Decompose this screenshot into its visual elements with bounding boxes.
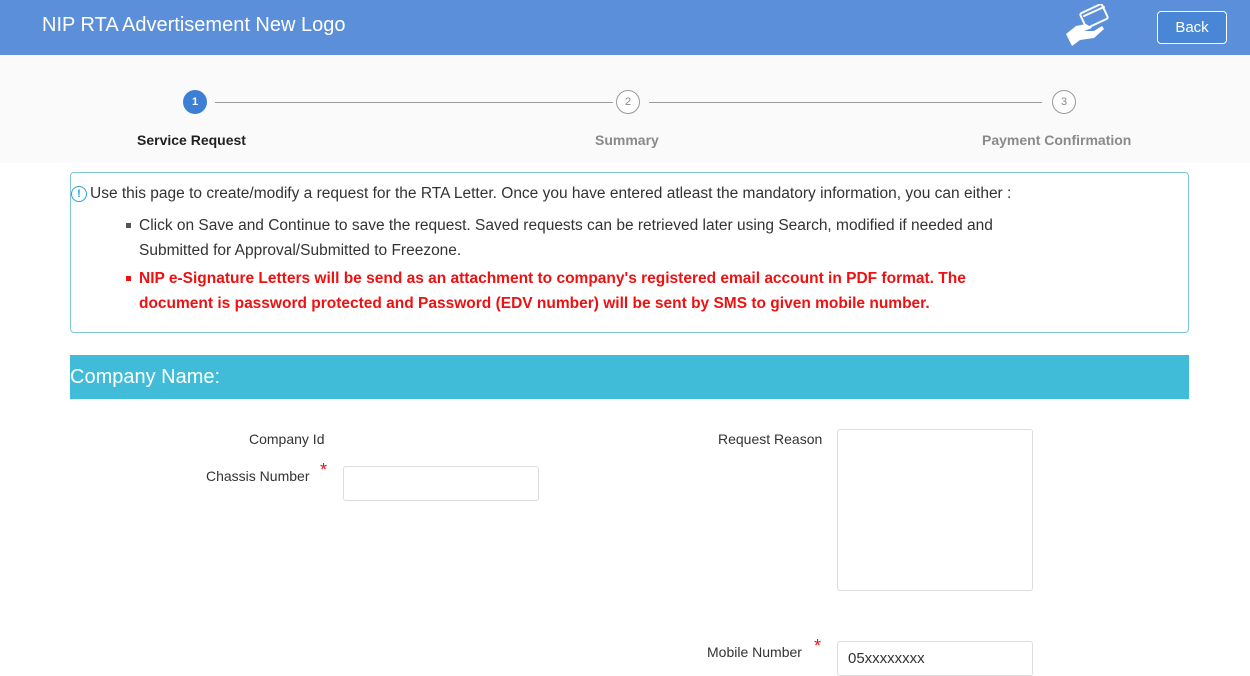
bullet-square-icon <box>126 276 131 281</box>
back-button[interactable]: Back <box>1157 11 1227 44</box>
company-name-bar: Company Name: <box>70 355 1189 399</box>
info-icon: ! <box>71 186 87 202</box>
info-bullet-save-line1: Click on Save and Continue to save the r… <box>139 217 993 234</box>
info-bullet-esignature: NIP e-Signature Letters will be send as … <box>126 266 1159 316</box>
company-name-label: Company Name: <box>70 365 221 388</box>
step-connector <box>215 102 613 103</box>
step-connector <box>649 102 1042 103</box>
bullet-square-icon <box>126 223 131 228</box>
top-bar: NIP RTA Advertisement New Logo Back <box>0 0 1250 55</box>
required-marker: * <box>320 460 328 480</box>
request-reason-label: Request Reason <box>718 431 823 447</box>
company-id-label: Company Id <box>249 431 325 447</box>
info-bullet-save-line2: Submitted for Approval/Submitted to Free… <box>139 242 462 259</box>
step-1-circle[interactable]: 1 <box>183 90 207 114</box>
step-2-circle[interactable]: 2 <box>616 90 640 114</box>
step-3-label: Payment Confirmation <box>982 132 1132 148</box>
mobile-number-label: Mobile Number <box>707 644 802 660</box>
wizard-steps: 1 2 3 Service Request Summary Payment Co… <box>0 55 1250 163</box>
info-intro: ! Use this page to create/modify a reque… <box>71 185 1011 203</box>
request-reason-textarea[interactable] <box>837 429 1033 591</box>
chassis-number-input[interactable] <box>343 466 539 501</box>
chassis-number-label: Chassis Number <box>206 468 310 484</box>
page-title: NIP RTA Advertisement New Logo <box>42 14 346 36</box>
step-2-label: Summary <box>595 132 659 148</box>
step-1-label: Service Request <box>137 132 246 148</box>
info-bullet-esignature-line2: document is password protected and Passw… <box>139 295 930 312</box>
required-marker: * <box>814 636 822 656</box>
hand-card-icon <box>1066 4 1109 46</box>
info-panel: ! Use this page to create/modify a reque… <box>70 172 1189 333</box>
info-bullet-save: Click on Save and Continue to save the r… <box>126 213 1159 263</box>
step-3-circle[interactable]: 3 <box>1052 90 1076 114</box>
mobile-number-input[interactable] <box>837 641 1033 676</box>
info-intro-text: Use this page to create/modify a request… <box>90 185 1012 202</box>
info-bullet-esignature-line1: NIP e-Signature Letters will be send as … <box>139 270 966 287</box>
